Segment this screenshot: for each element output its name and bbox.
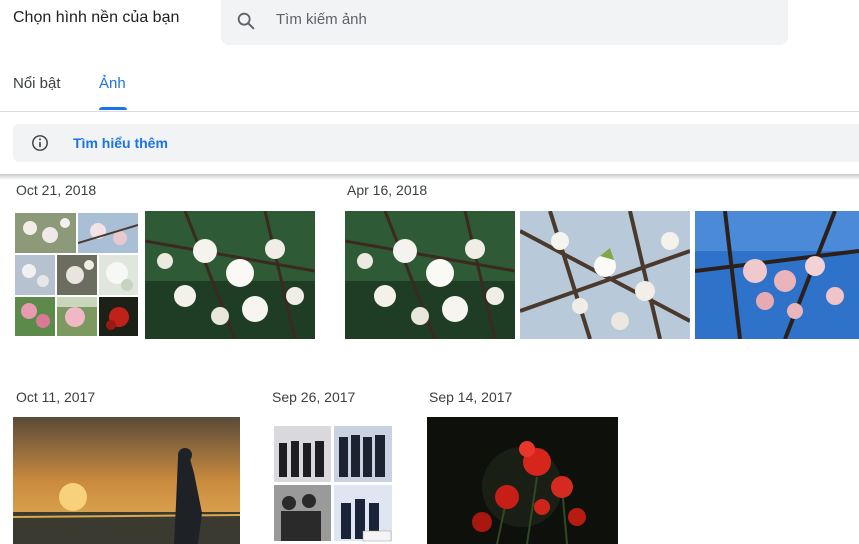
date-label: Sep 26, 2017 <box>272 389 356 405</box>
info-icon <box>32 135 48 151</box>
photo-thumbnail[interactable] <box>695 211 859 339</box>
date-label: Apr 16, 2018 <box>347 182 428 198</box>
search-icon <box>237 12 255 30</box>
tab-bar: Nổi bật Ảnh <box>0 65 859 112</box>
active-tab-indicator <box>99 107 127 110</box>
photo-thumbnail[interactable] <box>427 417 618 544</box>
search-input[interactable]: Tìm kiếm ảnh <box>276 11 367 28</box>
photo-thumbnail[interactable] <box>145 211 315 339</box>
info-banner: Tìm hiểu thêm <box>13 124 859 162</box>
search-bar[interactable]: Tìm kiếm ảnh <box>221 0 788 45</box>
date-label: Oct 21, 2018 <box>16 182 97 198</box>
date-label: Sep 14, 2017 <box>429 389 513 405</box>
photo-thumbnail-collage[interactable] <box>15 213 138 336</box>
tab-photos[interactable]: Ảnh <box>99 75 126 92</box>
page-title: Chọn hình nền của bạn <box>13 9 180 26</box>
date-label: Oct 11, 2017 <box>16 389 96 405</box>
photo-thumbnail-collage[interactable] <box>271 423 395 544</box>
photo-thumbnail[interactable] <box>345 211 515 339</box>
scroll-shadow <box>0 174 859 180</box>
tab-featured[interactable]: Nổi bật <box>13 75 61 92</box>
photo-thumbnail[interactable] <box>520 211 690 339</box>
learn-more-link[interactable]: Tìm hiểu thêm <box>73 135 168 151</box>
photo-thumbnail[interactable] <box>13 417 240 544</box>
